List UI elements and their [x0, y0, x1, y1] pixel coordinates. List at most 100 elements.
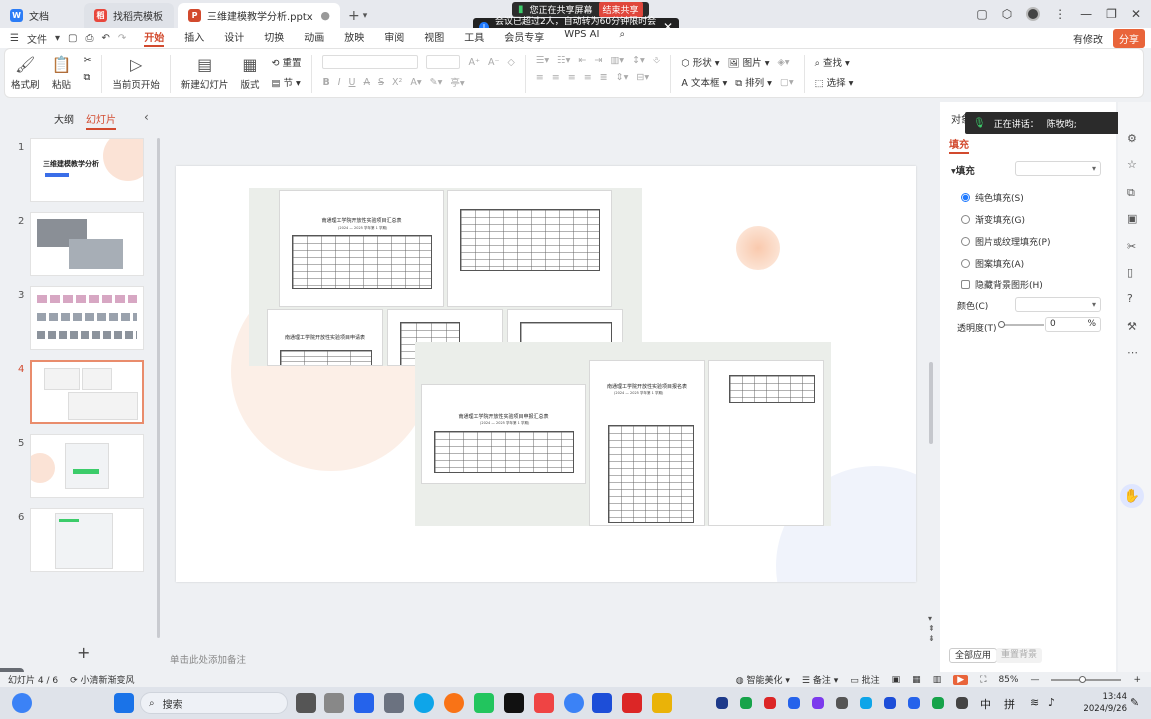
slide-thumbnail-4[interactable] [30, 360, 144, 424]
font-color-icon[interactable]: A▾ [410, 77, 421, 88]
fill-section[interactable]: ▾填充 [951, 163, 975, 177]
theme-name[interactable]: ⟳ 小清新渐变风 [70, 673, 134, 686]
taskbar-search[interactable]: ⌕ 搜索 [140, 692, 288, 714]
slide-thumbnail-2[interactable] [30, 212, 144, 276]
app-icon[interactable] [384, 693, 404, 713]
fit-icon[interactable]: ⛶ [980, 675, 986, 685]
music-icon[interactable] [534, 693, 554, 713]
slide-thumbnail-5[interactable] [30, 434, 144, 498]
justify-icon[interactable]: ≡ [584, 72, 592, 83]
font-family-select[interactable] [322, 55, 419, 69]
paste-button[interactable]: 📋 粘贴 [46, 55, 78, 91]
assistant-icon[interactable]: ✋ [1120, 484, 1144, 508]
document-image-bottom[interactable]: 南通理工学院开放性实验项目申报汇总表 (2024 — 2025 学年第 1 学期… [415, 342, 831, 526]
beautify-button[interactable]: ◍ 智能美化 ▾ [736, 673, 790, 686]
tab-view[interactable]: 视图 [424, 29, 444, 47]
more-icon[interactable]: ⋯ [1127, 346, 1138, 359]
tray-icon[interactable] [836, 697, 848, 709]
transparency-slider[interactable] [998, 321, 1044, 328]
grow-font-icon[interactable]: A⁺ [468, 57, 480, 68]
firefox-icon[interactable] [444, 693, 464, 713]
select-button[interactable]: ⬚ 选择 ▾ [815, 75, 854, 89]
new-tab-button[interactable]: + ▾ [348, 3, 367, 28]
task-view-icon[interactable] [296, 693, 316, 713]
gradient-fill-option[interactable]: 渐变填充(G) [961, 213, 1025, 226]
bold-icon[interactable]: B [322, 77, 329, 88]
columns-icon[interactable]: ▥▾ [610, 55, 624, 66]
align-left-icon[interactable]: ≡ [536, 72, 544, 83]
copy-icon[interactable]: ⧉ [83, 72, 91, 83]
numbering-icon[interactable]: ☷▾ [557, 55, 570, 66]
tab-fill[interactable]: 填充 [949, 136, 969, 154]
text-direction-icon[interactable]: ⎀ [653, 55, 661, 66]
new-slide-button[interactable]: ▤ 新建幻灯片 [175, 55, 235, 91]
pattern-fill-option[interactable]: 图案填充(A) [961, 257, 1024, 270]
tab-tools[interactable]: 工具 [464, 29, 484, 47]
save-icon[interactable]: ▢ [68, 33, 77, 44]
slider-knob[interactable] [998, 321, 1005, 328]
shrink-font-icon[interactable]: A⁻ [488, 57, 500, 68]
sorter-view-icon[interactable]: ▦ [912, 675, 921, 685]
italic-icon[interactable]: I [338, 77, 341, 88]
search-icon[interactable]: ⌕ [619, 29, 625, 47]
clear-format-icon[interactable]: ◇ [507, 57, 514, 68]
reset-button[interactable]: ⟲ 重置 [271, 55, 301, 69]
fill-select[interactable]: ▾ [1015, 161, 1101, 176]
format-painter-button[interactable]: 🖌 格式刷 [5, 55, 46, 91]
hide-background-checkbox[interactable]: 隐藏背景图形(H) [961, 278, 1043, 291]
tab-design[interactable]: 设计 [224, 29, 244, 47]
find-button[interactable]: ⌕ 查找 ▾ [815, 55, 854, 69]
slider-knob[interactable] [1079, 675, 1087, 683]
tab-review[interactable]: 审阅 [384, 29, 404, 47]
notification-icon[interactable]: ✎ [1130, 696, 1139, 709]
bullets-icon[interactable]: ☰▾ [536, 55, 549, 66]
section-button[interactable]: ▤ 节 ▾ [271, 75, 301, 89]
tab-slideshow[interactable]: 放映 [344, 29, 364, 47]
copy-icon[interactable]: ⧉ [1127, 186, 1135, 200]
strike-icon[interactable]: A [363, 77, 370, 88]
properties-icon[interactable]: ⚙ [1127, 132, 1137, 145]
highlight-icon[interactable]: ✎▾ [430, 77, 443, 88]
skin-icon[interactable]: ⬡ [1002, 7, 1012, 21]
para-spacing-icon[interactable]: ⇕▾ [616, 72, 629, 83]
tab-animation[interactable]: 动画 [304, 29, 324, 47]
tab-insert[interactable]: 插入 [184, 29, 204, 47]
reset-background-button[interactable]: 重置背景 [996, 648, 1043, 663]
volume-icon[interactable]: ♪ [1048, 696, 1055, 709]
slide-thumbnail-6[interactable] [30, 508, 144, 572]
edge-icon[interactable] [414, 693, 434, 713]
tray-icon[interactable] [812, 697, 824, 709]
distribute-icon[interactable]: ≣ [600, 72, 608, 83]
minimize-icon[interactable]: — [1080, 7, 1092, 21]
restore-icon[interactable]: ❐ [1106, 7, 1117, 21]
ime-chinese[interactable]: 中 [980, 696, 991, 712]
line-spacing-icon[interactable]: ↕▾ [632, 55, 645, 66]
underline-icon[interactable]: U [349, 77, 356, 88]
help-icon[interactable]: ? [1127, 292, 1133, 305]
align-right-icon[interactable]: ≡ [568, 72, 576, 83]
book-icon[interactable]: ▯ [1127, 266, 1133, 279]
tray-icon[interactable] [740, 697, 752, 709]
tray-icon[interactable] [908, 697, 920, 709]
transparency-input[interactable]: 0 % [1045, 317, 1101, 332]
qq-icon[interactable] [504, 693, 524, 713]
tab-home[interactable]: 开始 [144, 29, 165, 47]
menu-icon[interactable]: ☰ [10, 33, 19, 44]
app-icon[interactable] [564, 693, 584, 713]
tools-icon[interactable]: ✂ [1127, 240, 1136, 253]
tab-docs[interactable]: W 文档 [0, 3, 80, 28]
tab-member[interactable]: 会员专享 [504, 29, 544, 47]
tray-icon[interactable] [860, 697, 872, 709]
slide-thumbnail-1[interactable]: 三维建模教学分析 [30, 138, 144, 202]
normal-view-icon[interactable]: ▣ [892, 675, 901, 685]
shape-button[interactable]: ⬡ 形状 ▾ [681, 55, 719, 69]
share-button[interactable]: 分享 [1113, 28, 1145, 48]
zoom-level[interactable]: 85% [998, 675, 1018, 685]
tab-wps-ai[interactable]: WPS AI [564, 29, 599, 47]
superscript-icon[interactable]: X² [392, 77, 402, 88]
fill-icon[interactable]: ◈▾ [777, 57, 789, 68]
tab-transition[interactable]: 切换 [264, 29, 284, 47]
solid-fill-option[interactable]: 纯色填充(S) [961, 191, 1024, 204]
outdent-icon[interactable]: ⇥ [594, 55, 602, 66]
play-icon[interactable]: ▶ [953, 674, 969, 685]
